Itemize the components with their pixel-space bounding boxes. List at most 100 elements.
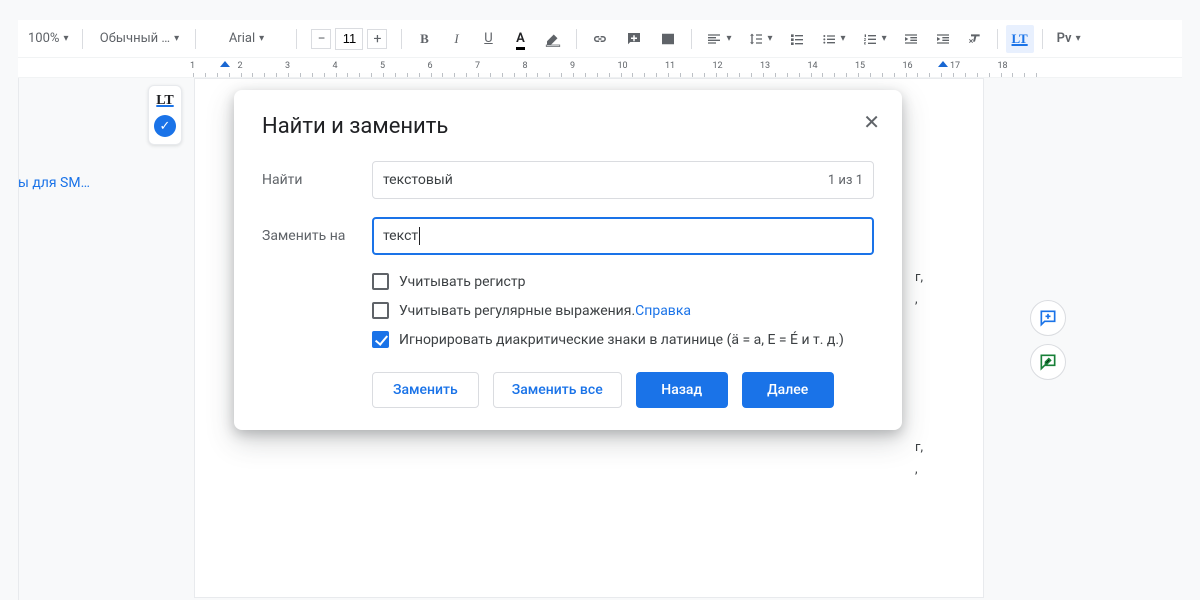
next-button-label: Далее <box>767 382 808 398</box>
ruler-tick-label: 10 <box>618 61 628 71</box>
add-comment-button[interactable] <box>619 25 649 53</box>
decrease-font-button[interactable]: − <box>311 29 331 49</box>
chevron-down-icon: ▾ <box>174 33 179 44</box>
dialog-title: Найти и заменить <box>262 114 874 139</box>
bold-button[interactable]: B <box>410 25 438 53</box>
ruler-tick-label: 3 <box>285 61 290 71</box>
separator <box>997 29 998 49</box>
chevron-down-icon: ▾ <box>259 33 264 44</box>
checkbox-checked-icon <box>372 331 389 348</box>
checkbox-unchecked-icon <box>372 302 389 319</box>
lt-logo-icon: LT <box>156 93 173 109</box>
ruler-tick-label: 11 <box>665 61 675 71</box>
font-family-dropdown[interactable]: Arial ▾ <box>204 25 288 53</box>
lt-icon: LT <box>1012 31 1028 47</box>
insert-image-button[interactable] <box>653 25 683 53</box>
regex-option[interactable]: Учитывать регулярные выражения. Справка <box>372 302 874 319</box>
suggest-edit-side-button[interactable] <box>1030 344 1066 380</box>
separator <box>576 29 577 49</box>
separator <box>691 29 692 49</box>
font-size-input[interactable] <box>335 28 363 50</box>
ignore-diacritics-option[interactable]: Игнорировать диакритические знаки в лати… <box>372 331 874 348</box>
chevron-down-icon: ▾ <box>882 33 887 44</box>
regex-help-link[interactable]: Справка <box>635 303 691 319</box>
match-case-option[interactable]: Учитывать регистр <box>372 273 874 290</box>
ruler-tick-label: 8 <box>523 61 528 71</box>
ruler-tick-label: 4 <box>333 61 338 71</box>
line-spacing-dropdown[interactable]: ▾ <box>742 25 779 53</box>
right-indent-marker[interactable] <box>938 61 948 67</box>
languagetool-button[interactable]: LT <box>1006 25 1034 53</box>
dialog-actions: Заменить Заменить все Назад Далее <box>372 372 874 408</box>
ruler-tick-label: 14 <box>808 61 818 71</box>
diacritics-label: Игнорировать диакритические знаки в лати… <box>399 332 844 348</box>
text-color-button[interactable]: A <box>506 25 534 53</box>
chevron-down-icon: ▾ <box>726 33 731 44</box>
lt-floating-widget[interactable]: LT ✓ <box>148 85 182 145</box>
close-button[interactable]: ✕ <box>863 110 880 134</box>
previous-button[interactable]: Назад <box>636 372 728 408</box>
chevron-down-icon: ▾ <box>63 33 68 44</box>
ruler-tick-label: 9 <box>570 61 575 71</box>
replace-input[interactable]: текст <box>372 217 874 255</box>
increase-font-button[interactable]: + <box>367 29 387 49</box>
options-group: Учитывать регистр Учитывать регулярные в… <box>372 273 874 348</box>
increase-indent-button[interactable] <box>929 25 957 53</box>
pv-extension-button[interactable]: Pv ▾ <box>1051 25 1087 53</box>
chevron-down-icon: ▾ <box>768 33 773 44</box>
ruler-tick-label: 5 <box>380 61 385 71</box>
ruler[interactable]: 123456789101112131415161718 <box>18 58 1182 78</box>
close-icon: ✕ <box>863 110 880 134</box>
font-size-control: − + <box>305 25 393 53</box>
replace-label: Заменить на <box>262 228 372 244</box>
ruler-tick-label: 18 <box>998 61 1008 71</box>
separator <box>401 29 402 49</box>
numbered-list-dropdown[interactable]: ▾ <box>856 25 893 53</box>
body-text-peek: , <box>915 292 918 307</box>
lt-checkmark-icon: ✓ <box>154 115 176 137</box>
ruler-tick-label: 17 <box>950 61 960 71</box>
replace-value: текст <box>383 228 418 244</box>
find-replace-dialog: Найти и заменить ✕ Найти текстовый 1 из … <box>234 90 902 430</box>
ruler-tick-label: 1 <box>190 61 195 71</box>
ruler-tick-label: 16 <box>903 61 913 71</box>
add-comment-side-button[interactable] <box>1030 300 1066 336</box>
ruler-tick-label: 2 <box>238 61 243 71</box>
left-indent-marker[interactable] <box>220 61 230 67</box>
ruler-scale: 123456789101112131415161718 <box>178 58 1182 77</box>
outline-item[interactable]: ы для SM… <box>18 175 112 195</box>
ruler-tick-label: 7 <box>475 61 480 71</box>
zoom-dropdown[interactable]: 100% ▾ <box>22 25 74 53</box>
previous-button-label: Назад <box>661 382 702 398</box>
style-name: Обычный … <box>100 31 170 46</box>
italic-button[interactable]: I <box>442 25 470 53</box>
checklist-button[interactable] <box>783 25 811 53</box>
replace-button[interactable]: Заменить <box>372 372 479 408</box>
underline-button[interactable]: U <box>474 25 502 53</box>
ruler-tick-label: 13 <box>760 61 770 71</box>
clear-formatting-button[interactable] <box>961 25 989 53</box>
find-label: Найти <box>262 172 372 188</box>
insert-link-button[interactable] <box>585 25 615 53</box>
match-counter: 1 из 1 <box>828 173 863 188</box>
find-value: текстовый <box>383 172 453 188</box>
ruler-tick-label: 12 <box>713 61 723 71</box>
separator <box>1042 29 1043 49</box>
separator <box>195 29 196 49</box>
decrease-indent-button[interactable] <box>897 25 925 53</box>
toolbar: 100% ▾ Обычный … ▾ Arial ▾ − + B I U A ▾… <box>18 20 1182 58</box>
checkbox-unchecked-icon <box>372 273 389 290</box>
paragraph-style-dropdown[interactable]: Обычный … ▾ <box>91 25 187 53</box>
font-name: Arial <box>229 31 255 46</box>
align-dropdown[interactable]: ▾ <box>700 25 737 53</box>
replace-all-button-label: Заменить все <box>512 382 603 398</box>
text-cursor <box>419 227 420 245</box>
find-input[interactable]: текстовый 1 из 1 <box>372 161 874 199</box>
replace-all-button[interactable]: Заменить все <box>493 372 622 408</box>
replace-button-label: Заменить <box>393 382 458 398</box>
outline-text: ы для SM… <box>18 175 90 191</box>
separator <box>82 29 83 49</box>
bulleted-list-dropdown[interactable]: ▾ <box>815 25 852 53</box>
next-button[interactable]: Далее <box>742 372 834 408</box>
highlight-color-button[interactable] <box>538 25 568 53</box>
